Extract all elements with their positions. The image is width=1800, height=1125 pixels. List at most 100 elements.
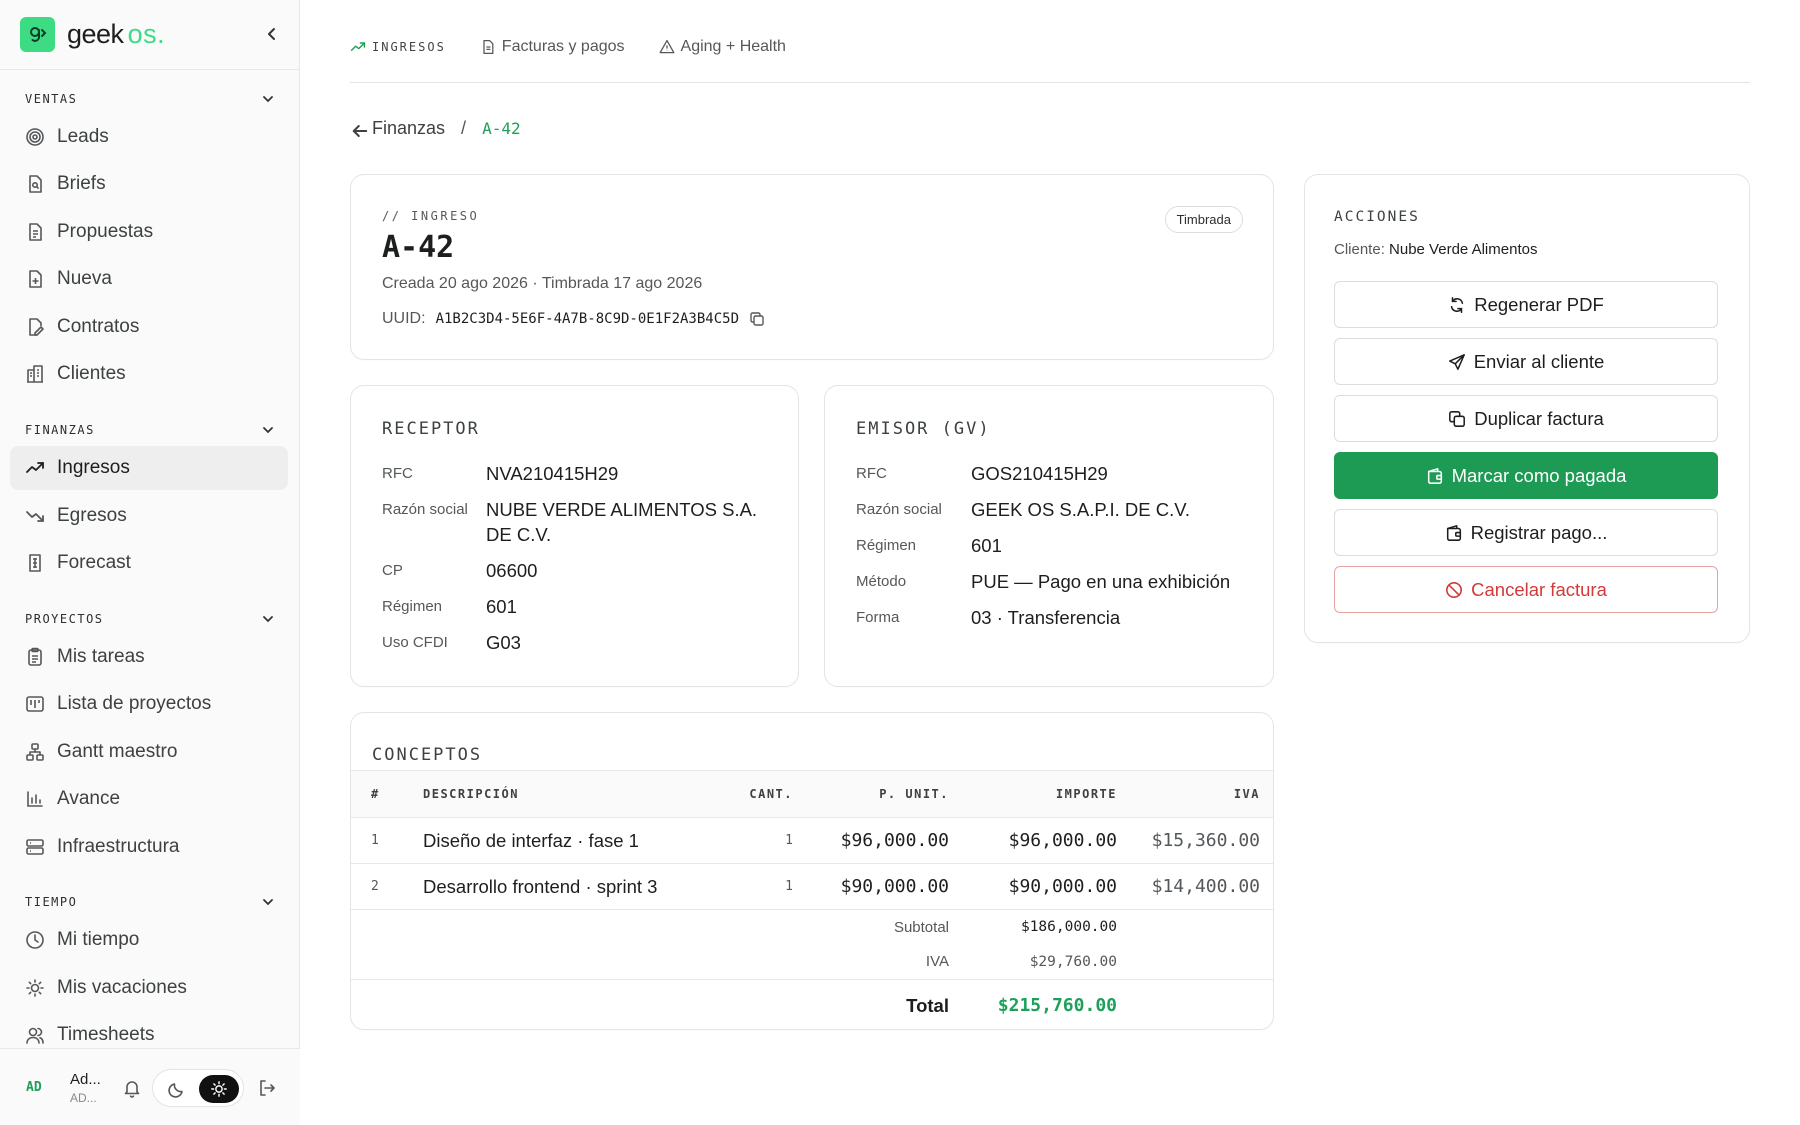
arrow-left-icon[interactable] (350, 121, 368, 137)
collapse-sidebar-icon[interactable] (262, 24, 282, 44)
duplicate-invoice-button[interactable]: Duplicar factura (1334, 395, 1718, 442)
section-title: PROYECTOS (25, 612, 104, 626)
field-value: 601 (971, 534, 1002, 556)
field-value: NVA210415H29 (486, 463, 619, 484)
button-label: Enviar al cliente (1473, 350, 1605, 372)
brand-name: geek (67, 19, 124, 49)
button-label: Regenerar PDF (1474, 293, 1604, 315)
regenerate-pdf-button[interactable]: Regenerar PDF (1334, 281, 1718, 328)
sidebar-item-label: Briefs (57, 173, 106, 194)
avatar[interactable]: AD (26, 1080, 42, 1095)
kanban-icon (25, 694, 45, 714)
sidebar-item-label: Clientes (57, 363, 126, 384)
section-finanzas[interactable]: FINANZAS (25, 423, 275, 437)
column-header: # (351, 770, 403, 818)
sidebar-item-label: Mis vacaciones (57, 977, 187, 998)
section-tiempo[interactable]: TIEMPO (25, 895, 275, 909)
invoice-number: A-42 (382, 230, 455, 265)
invoice-dates: Creada 20 ago 2026 · Timbrada 17 ago 202… (382, 275, 703, 292)
sidebar-item-ingresos[interactable]: Ingresos (10, 446, 288, 490)
sun-icon[interactable] (199, 1075, 239, 1103)
field-row: Régimen 601 (856, 534, 1256, 559)
breadcrumb-parent[interactable]: Finanzas (372, 118, 445, 139)
sidebar-item-briefs[interactable]: Briefs (10, 162, 288, 206)
field-row: Razón social GEEK OS S.A.P.I. DE C.V. (856, 498, 1256, 523)
send-to-client-button[interactable]: Enviar al cliente (1334, 338, 1718, 385)
status-badge: Timbrada (1164, 206, 1243, 233)
table-row: 2 Desarrollo frontend · sprint 3 1 $90,0… (351, 863, 1273, 910)
tab-facturas-pagos[interactable]: Facturas y pagos (480, 38, 625, 56)
sidebar-item-label: Gantt maestro (57, 741, 178, 762)
user-name: Ad... (70, 1071, 101, 1088)
sidebar-item-egresos[interactable]: Egresos (10, 494, 288, 538)
tab-aging-health[interactable]: Aging + Health (659, 38, 786, 56)
document-icon (25, 222, 45, 242)
cell-qty: 1 (713, 863, 793, 910)
cell-qty: 1 (713, 817, 793, 864)
sidebar-divider (0, 69, 300, 70)
section-tabs: INGRESOS Facturas y pagos Aging + Health (350, 38, 820, 56)
send-icon (1448, 353, 1466, 371)
sidebar-item-leads[interactable]: Leads (10, 115, 288, 159)
subtotal-value: $186,000.00 (949, 909, 1117, 945)
sidebar-item-lista-proyectos[interactable]: Lista de proyectos (10, 682, 288, 726)
tab-ingresos[interactable]: INGRESOS (350, 39, 446, 55)
section-proyectos[interactable]: PROYECTOS (25, 612, 275, 626)
mark-as-paid-button[interactable]: Marcar como pagada (1334, 452, 1718, 499)
moon-icon[interactable] (167, 1079, 187, 1099)
field-label: Razón social (382, 500, 468, 518)
users-icon (25, 1025, 45, 1045)
field-label: Forma (856, 608, 900, 626)
uuid-value: A1B2C3D4-5E6F-4A7B-8C9D-0E1F2A3B4C5D (435, 311, 739, 327)
sidebar-item-label: Infraestructura (57, 836, 180, 857)
button-label: Marcar como pagada (1451, 464, 1627, 486)
sidebar-item-propuestas[interactable]: Propuestas (10, 210, 288, 254)
field-label: Régimen (856, 536, 917, 554)
sidebar-item-label: Avance (57, 788, 121, 809)
sidebar-item-label: Propuestas (57, 221, 154, 242)
sidebar-item-label: Forecast (57, 552, 131, 573)
theme-toggle[interactable] (152, 1069, 244, 1107)
subtotal-row: Subtotal $186,000.00 (351, 909, 1273, 945)
field-value: NUBE VERDE ALIMENTOS S.A. DE C.V. (486, 498, 758, 545)
invoice-header-card: // INGRESO A-42 Creada 20 ago 2026 · Tim… (350, 174, 1274, 360)
logout-icon[interactable] (257, 1078, 277, 1098)
logo-icon (20, 17, 55, 52)
iva-label: IVA (925, 953, 949, 971)
sidebar-item-label: Mis tareas (57, 646, 145, 667)
sidebar-item-mi-tiempo[interactable]: Mi tiempo (10, 918, 288, 962)
brand[interactable]: geek os. (20, 17, 165, 52)
file-icon (480, 39, 496, 55)
column-header: P. UNIT. (793, 770, 949, 818)
sidebar-item-infraestructura[interactable]: Infraestructura (10, 825, 288, 869)
sidebar-item-nueva[interactable]: Nueva (10, 257, 288, 301)
emisor-fields: RFC GOS210415H29 Razón social GEEK OS S.A.… (856, 462, 1256, 642)
cancel-invoice-button[interactable]: Cancelar factura (1334, 566, 1718, 613)
breadcrumb-separator: / (461, 118, 467, 138)
sidebar-item-clientes[interactable]: Clientes (10, 352, 288, 396)
total-row: Total $215,760.00 (351, 979, 1273, 1029)
column-header: IVA (1117, 770, 1273, 818)
sidebar-item-mis-vacaciones[interactable]: Mis vacaciones (10, 966, 288, 1010)
button-label: Cancelar factura (1471, 578, 1607, 600)
building-icon (25, 364, 45, 384)
sidebar-item-contratos[interactable]: Contratos (10, 305, 288, 349)
cell-desc: Diseño de interfaz · fase 1 (403, 817, 713, 864)
register-payment-button[interactable]: Registrar pago... (1334, 509, 1718, 556)
sidebar-item-gantt-maestro[interactable]: Gantt maestro (10, 730, 288, 774)
sidebar-item-avance[interactable]: Avance (10, 777, 288, 821)
field-row: Uso CFDI G03 (382, 631, 772, 656)
clipboard-icon (25, 647, 45, 667)
brand-suffix: os. (127, 19, 166, 49)
bell-icon[interactable] (122, 1078, 142, 1098)
receptor-card: RECEPTOR RFC NVA210415H29 Razón social NUB… (350, 385, 799, 687)
field-row: RFC GOS210415H29 (856, 462, 1256, 487)
section-ventas[interactable]: VENTAS (25, 92, 275, 106)
invoice-eyebrow: // INGRESO (382, 209, 480, 223)
field-value: GEEK OS S.A.P.I. DE C.V. (971, 498, 1191, 520)
sidebar-item-mis-tareas[interactable]: Mis tareas (10, 635, 288, 679)
chevron-down-icon (261, 423, 275, 437)
button-label: Duplicar factura (1474, 407, 1604, 429)
sidebar-item-forecast[interactable]: Forecast (10, 541, 288, 585)
copy-icon[interactable] (749, 311, 765, 327)
